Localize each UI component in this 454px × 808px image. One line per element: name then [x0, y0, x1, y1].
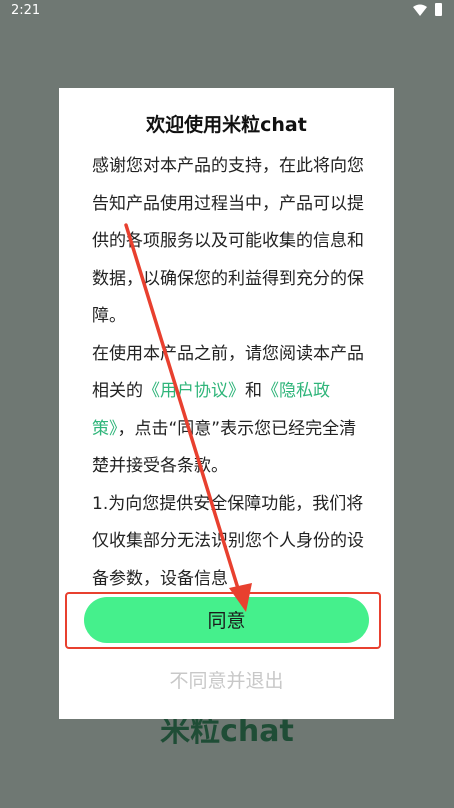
agreement-suffix: ，点击“同意”表示您已经完全清楚并接受各条款。	[92, 418, 357, 477]
status-icons	[413, 3, 442, 16]
status-time: 2:21	[11, 3, 41, 18]
security-paragraph: 1.为向您提供安全保障功能，我们将仅收集部分无法识别您个人身份的设备参数，设备信…	[92, 493, 364, 589]
status-bar: 2:21	[0, 0, 454, 22]
intro-paragraph: 感谢您对本产品的支持，在此将向您告知产品使用过程当中，产品可以提供的各项服务以及…	[92, 156, 364, 326]
dialog-body[interactable]: 感谢您对本产品的支持，在此将向您告知产品使用过程当中，产品可以提供的各项服务以及…	[92, 148, 364, 588]
decline-exit-button[interactable]: 不同意并退出	[59, 666, 394, 693]
dialog-title: 欢迎使用米粒chat	[146, 114, 307, 136]
annotation-highlight-box	[65, 592, 381, 649]
agreement-and: 和	[245, 381, 262, 401]
battery-icon	[435, 3, 442, 16]
wifi-icon	[413, 4, 427, 16]
user-agreement-link[interactable]: 《用户协议》	[143, 381, 245, 401]
agreement-paragraph: 在使用本产品之前，请您阅读本产品相关的《用户协议》和《隐私政策》，点击“同意”表…	[92, 336, 364, 486]
